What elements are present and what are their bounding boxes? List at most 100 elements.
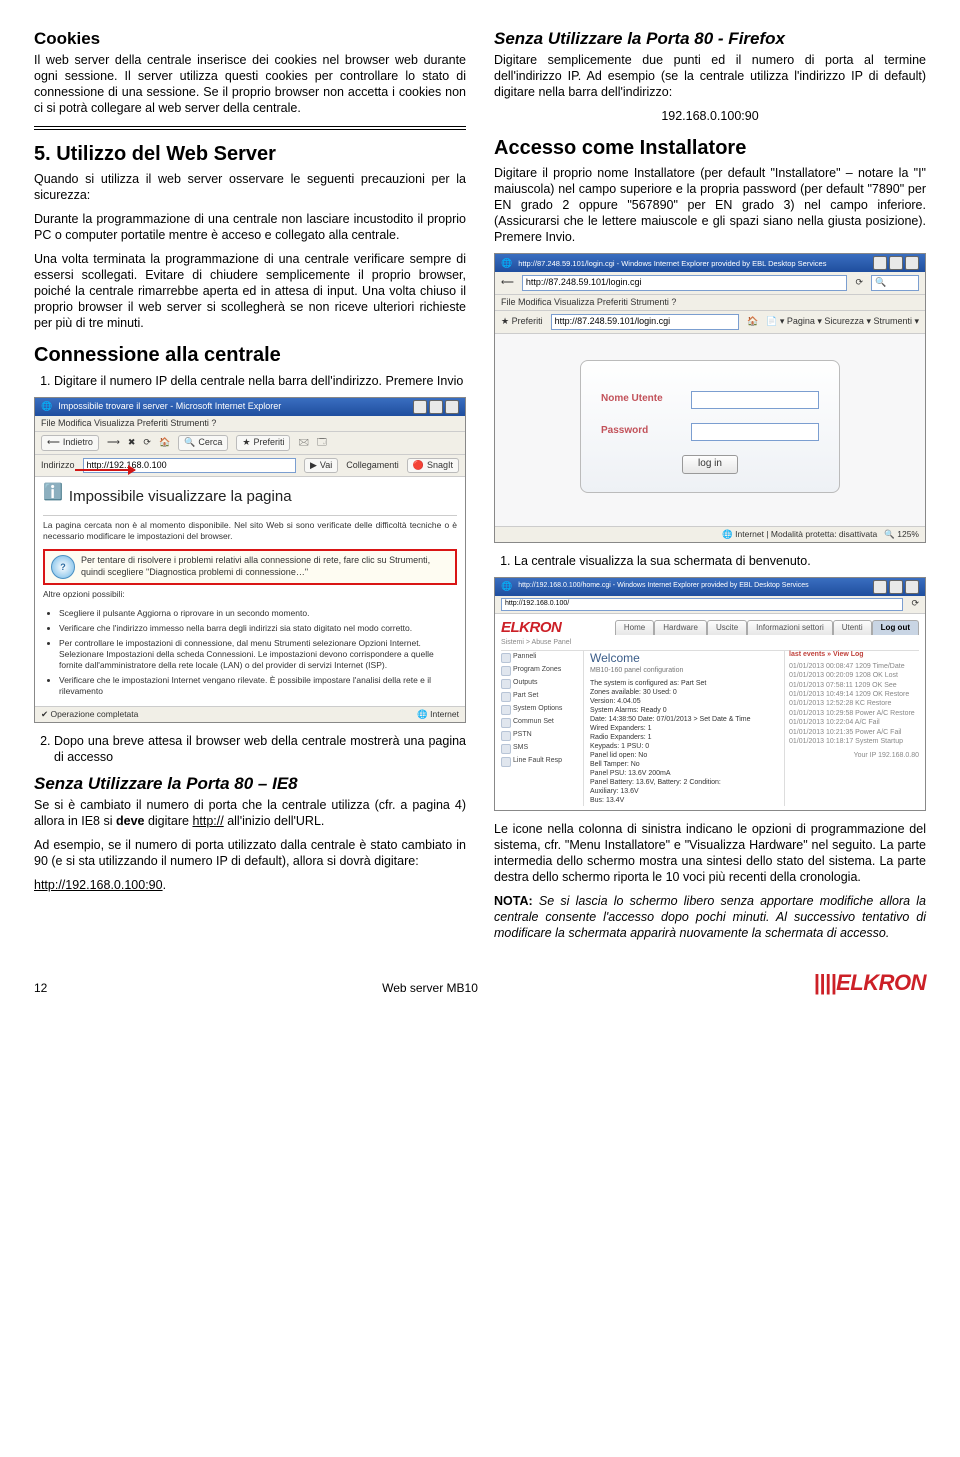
- go-button[interactable]: ▶ Vai: [304, 458, 338, 474]
- fact: Zones available: 30 Used: 0: [590, 689, 778, 698]
- fact: System Alarms: Ready 0: [590, 707, 778, 716]
- page-footer: 12 Web server MB10 ||||ELKRON: [34, 969, 926, 997]
- tab-url[interactable]: http://87.248.59.101/login.cgi: [551, 314, 739, 330]
- window-icon: 🌐: [501, 581, 512, 593]
- fact: Wired Expanders: 1: [590, 725, 778, 734]
- your-ip: Your IP 192.168.0.80: [789, 752, 919, 761]
- info-icon: ℹ️: [43, 483, 63, 503]
- events-heading[interactable]: last events » View Log: [789, 651, 919, 660]
- url-input[interactable]: http://192.168.0.100/: [501, 598, 903, 611]
- url-input[interactable]: http://87.248.59.101/login.cgi: [522, 275, 848, 291]
- address-label: Indirizzo: [41, 460, 75, 472]
- maximize-icon[interactable]: [429, 400, 443, 414]
- help-icon: ?: [51, 555, 75, 579]
- fact: Panel PSU: 13.6V 200mA: [590, 770, 778, 779]
- username-label: Nome Utente: [601, 393, 681, 406]
- menubar[interactable]: File Modifica Visualizza Preferiti Strum…: [495, 295, 925, 312]
- refresh-icon[interactable]: ⟳: [143, 437, 151, 449]
- forward-icon[interactable]: ⟶: [107, 437, 120, 449]
- event-row: 01/01/2013 10:21:35 Power A/C Fail: [789, 729, 919, 737]
- tab-users[interactable]: Utenti: [833, 620, 872, 635]
- back-icon[interactable]: ⟵: [501, 277, 514, 289]
- firefox-heading: Senza Utilizzare la Porta 80 - Firefox: [494, 28, 926, 50]
- fact: Keypads: 1 PSU: 0: [590, 743, 778, 752]
- tab-outputs[interactable]: Uscite: [707, 620, 747, 635]
- snagit-button[interactable]: 🔴 SnagIt: [407, 458, 459, 474]
- media-icon[interactable]: 🖂: [298, 437, 309, 449]
- password-input[interactable]: [691, 423, 819, 441]
- sidebar-item[interactable]: Commun Set: [501, 716, 579, 729]
- event-row: 01/01/2013 00:20:09 1208 OK Lost: [789, 672, 919, 680]
- tab-hardware[interactable]: Hardware: [654, 620, 707, 635]
- home-icon[interactable]: 🏠: [747, 316, 758, 328]
- error-heading: Impossibile visualizzare la pagina: [69, 487, 292, 506]
- window-title: Impossibile trovare il server - Microsof…: [58, 401, 281, 413]
- search-button[interactable]: 🔍 Cerca: [178, 435, 228, 451]
- address-input[interactable]: http://192.168.0.100: [83, 458, 296, 474]
- figure-ie-error: 🌐 Impossibile trovare il server - Micros…: [34, 397, 466, 723]
- help-text: Per tentare di risolvere i problemi rela…: [81, 555, 449, 579]
- breadcrumb: Sistemi > Abuse Panel: [501, 637, 919, 651]
- event-row: 01/01/2013 10:18:17 System Startup: [789, 738, 919, 746]
- refresh-icon[interactable]: ⟳: [855, 277, 863, 289]
- stop-icon[interactable]: ✖: [128, 437, 136, 449]
- close-icon[interactable]: [905, 256, 919, 270]
- search-input[interactable]: 🔍: [871, 275, 919, 291]
- print-icon[interactable]: 🗔: [317, 437, 327, 449]
- ie8-url: http://192.168.0.100:90.: [34, 877, 466, 893]
- sidebar-item[interactable]: Panneli: [501, 651, 579, 664]
- back-button[interactable]: ⟵ Indietro: [41, 435, 99, 451]
- footer-logo: ||||ELKRON: [766, 969, 926, 997]
- close-icon[interactable]: [905, 580, 919, 594]
- sidebar-item[interactable]: Outputs: [501, 677, 579, 690]
- connection-step-2: Dopo una breve attesa il browser web del…: [54, 733, 466, 765]
- tab-sectors[interactable]: Informazioni settori: [747, 620, 833, 635]
- note-paragraph: NOTA: Se si lascia lo schermo libero sen…: [494, 893, 926, 941]
- minimize-icon[interactable]: [873, 256, 887, 270]
- help-box: ? Per tentare di risolvere i problemi re…: [43, 549, 457, 585]
- brand-logo: ELKRON: [501, 618, 561, 637]
- fact: Version: 4.04.05: [590, 698, 778, 707]
- fact: Auxiliary: 13.6V: [590, 788, 778, 797]
- refresh-icon[interactable]: ⟳: [911, 598, 919, 610]
- tab-home[interactable]: Home: [615, 620, 654, 635]
- fact: Date: 14:38:50 Date: 07/01/2013 > Set Da…: [590, 716, 778, 725]
- login-button[interactable]: log in: [682, 455, 738, 474]
- username-input[interactable]: [691, 391, 819, 409]
- fact: The system is configured as: Part Set: [590, 680, 778, 689]
- event-row: 01/01/2013 10:49:14 1209 OK Restore: [789, 691, 919, 699]
- sidebar-item[interactable]: Part Set: [501, 690, 579, 703]
- sidebar: Panneli Program Zones Outputs Part Set S…: [501, 651, 584, 806]
- connection-heading: Connessione alla centrale: [34, 343, 466, 369]
- sidebar-item[interactable]: Line Fault Resp: [501, 755, 579, 768]
- sidebar-item[interactable]: PSTN: [501, 729, 579, 742]
- minimize-icon[interactable]: [873, 580, 887, 594]
- sidebar-item[interactable]: Program Zones: [501, 664, 579, 677]
- other-options-label: Altre opzioni possibili:: [43, 589, 457, 600]
- tab-logout[interactable]: Log out: [872, 620, 919, 635]
- other-option-4: Verificare che le impostazioni Internet …: [59, 675, 457, 697]
- page-icon[interactable]: 📄 ▾ Pagina ▾ Sicurezza ▾ Strumenti ▾: [766, 316, 919, 328]
- links-label[interactable]: Collegamenti: [346, 460, 399, 472]
- section-5-p3: Una volta terminata la programmazione di…: [34, 251, 466, 331]
- installer-access-heading: Accesso come Installatore: [494, 136, 926, 162]
- sidebar-item[interactable]: SMS: [501, 742, 579, 755]
- ie8-heading: Senza Utilizzare la Porta 80 – IE8: [34, 773, 466, 795]
- welcome-title: Welcome: [590, 651, 778, 666]
- menubar[interactable]: File Modifica Visualizza Preferiti Strum…: [35, 416, 465, 433]
- maximize-icon[interactable]: [889, 256, 903, 270]
- window-title: http://192.168.0.100/home.cgi - Windows …: [518, 582, 808, 591]
- firefox-ip: 192.168.0.100:90: [494, 108, 926, 124]
- close-icon[interactable]: [445, 400, 459, 414]
- minimize-icon[interactable]: [413, 400, 427, 414]
- figure-welcome: 🌐 http://192.168.0.100/home.cgi - Window…: [494, 577, 926, 811]
- sidebar-item[interactable]: System Options: [501, 703, 579, 716]
- event-row: 01/01/2013 00:08:47 1209 Time/Date: [789, 663, 919, 671]
- fav-icon[interactable]: ★ Preferiti: [501, 316, 543, 328]
- maximize-icon[interactable]: [889, 580, 903, 594]
- home-icon[interactable]: 🏠: [159, 437, 170, 449]
- firefox-paragraph: Digitare semplicemente due punti ed il n…: [494, 52, 926, 100]
- favorites-button[interactable]: ★ Preferiti: [236, 435, 290, 451]
- ie8-paragraph-2: Ad esempio, se il numero di porta utiliz…: [34, 837, 466, 869]
- tab-bar: Home Hardware Uscite Informazioni settor…: [615, 620, 919, 635]
